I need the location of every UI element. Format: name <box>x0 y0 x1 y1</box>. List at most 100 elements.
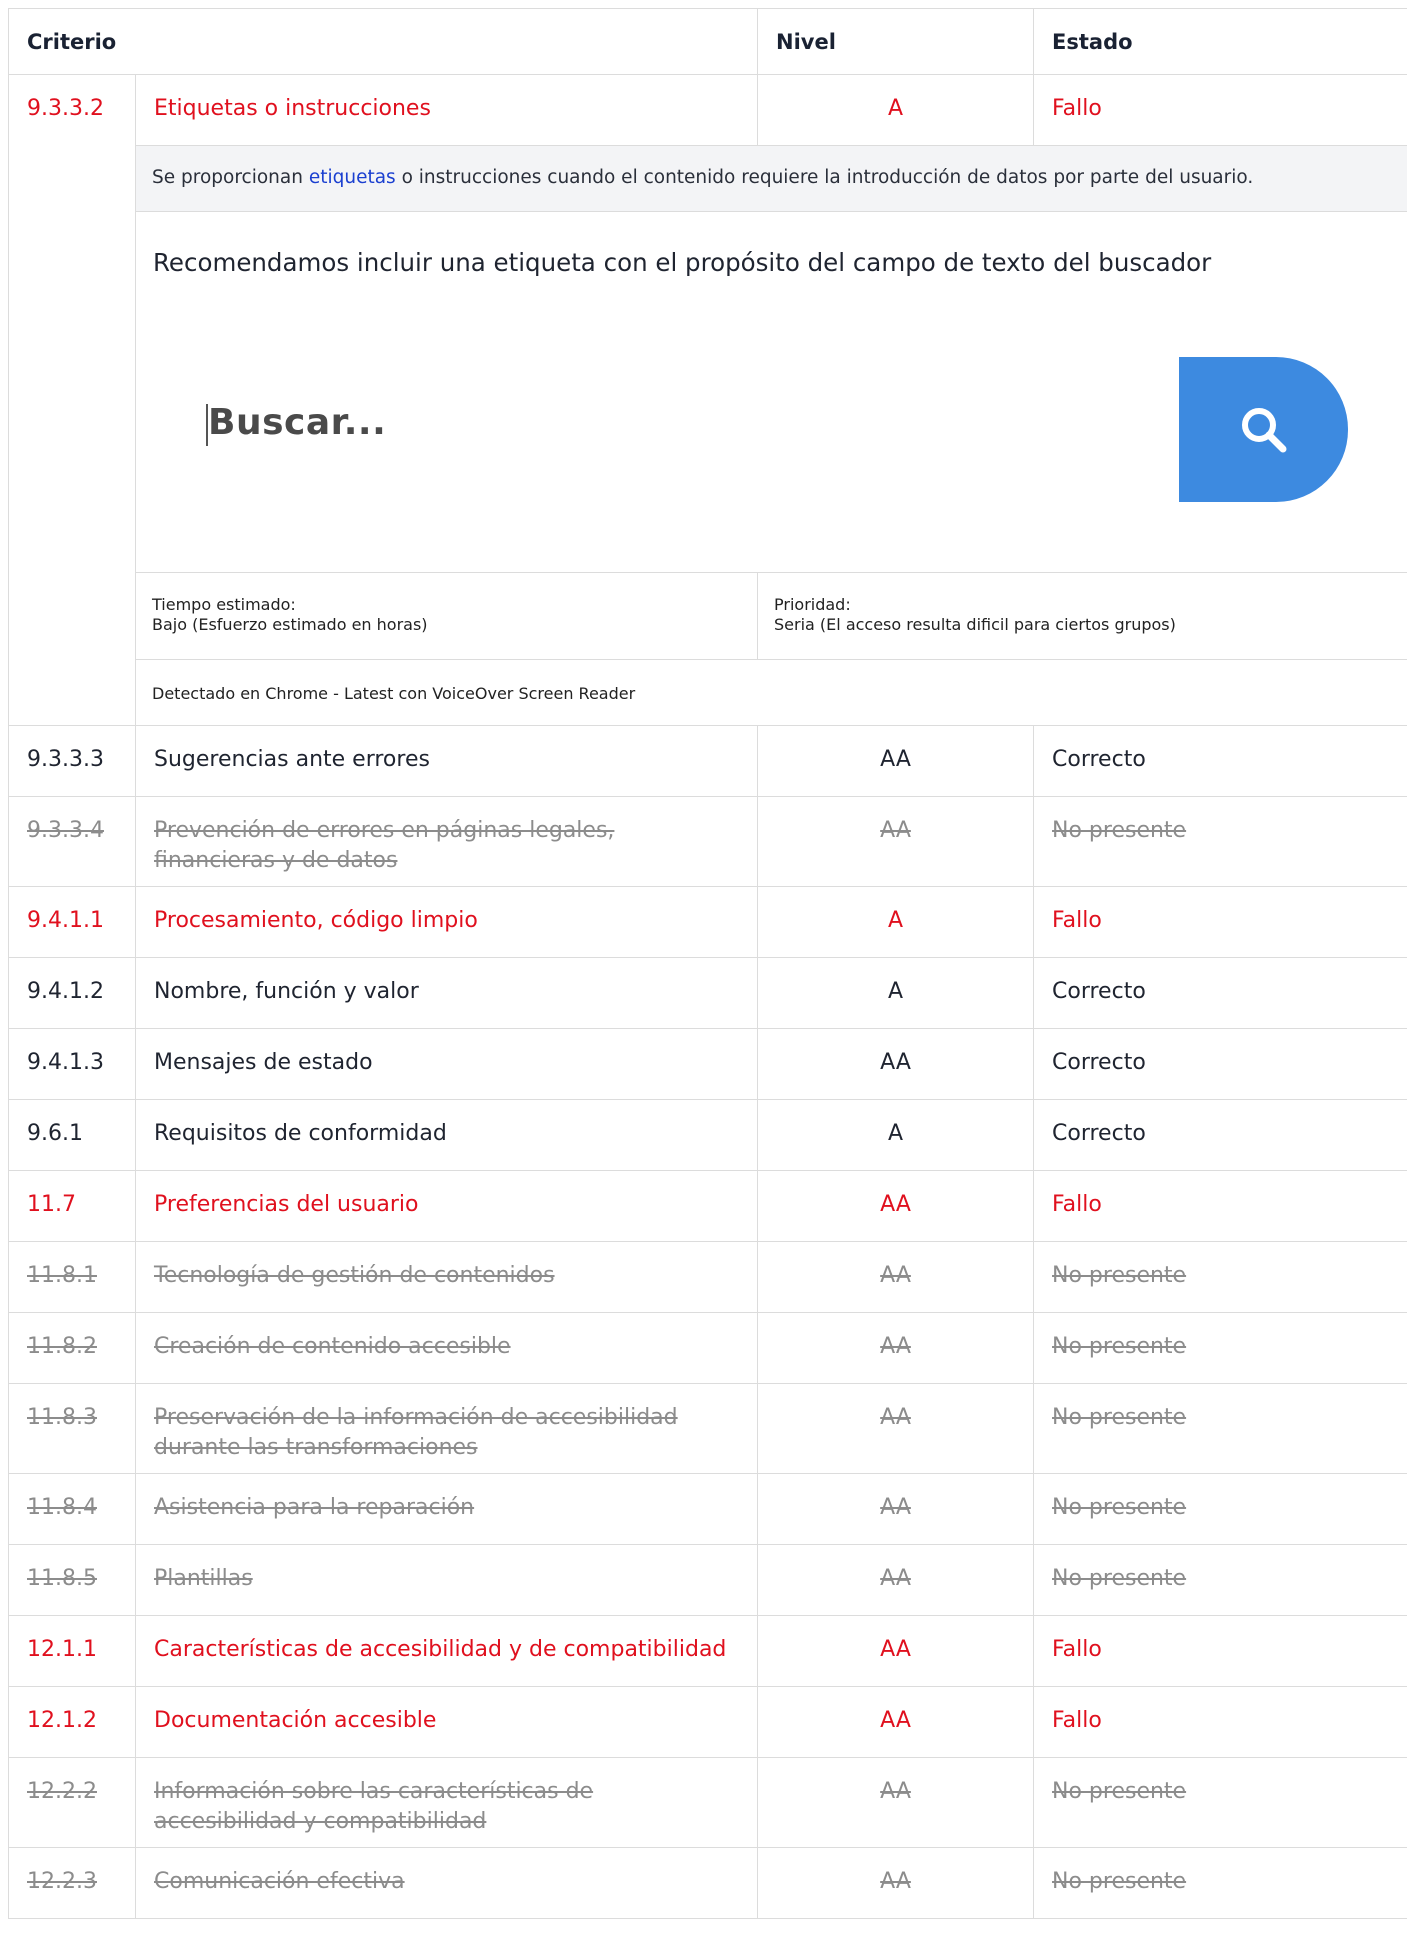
search-input-example: Buscar... <box>206 392 506 462</box>
criterion-name: Requisitos de conformidad <box>134 1099 759 1171</box>
criterion-level: AA <box>757 1383 1035 1474</box>
criterion-level: AA <box>757 1028 1035 1100</box>
criterion-status: Fallo <box>1033 1686 1407 1758</box>
criterion-status: Correcto <box>1033 1028 1407 1100</box>
table-row[interactable]: 11.8.2 Creación de contenido accesible AA N… <box>8 1312 1407 1384</box>
criterion-id: 12.1.1 <box>8 1615 136 1687</box>
priority-value: Seria (El acceso resulta dificil para ci… <box>774 615 1176 634</box>
priority-label: Prioridad: <box>774 595 851 614</box>
table-row[interactable]: 11.8.1 Tecnología de gestión de contenido… <box>8 1241 1407 1313</box>
criterion-id: 11.8.1 <box>8 1241 136 1313</box>
priority: Prioridad: Seria (El acceso resulta difi… <box>757 572 1407 660</box>
criteria-table: Criterio Nivel Estado 9.3.3.2 Etiquetas … <box>8 8 1407 1919</box>
criterion-id: 9.6.1 <box>8 1099 136 1171</box>
criterion-status: No presente <box>1033 796 1407 887</box>
criterion-status: No presente <box>1033 1383 1407 1474</box>
table-row[interactable]: 11.7 Preferencias del usuario AA Fallo <box>8 1170 1407 1242</box>
criterion-id: 11.8.5 <box>8 1544 136 1616</box>
criterion-level: AA <box>757 1312 1035 1384</box>
criterion-status: Fallo <box>1033 1170 1407 1242</box>
criterion-id: 11.8.3 <box>8 1383 136 1474</box>
criterion-id: 12.1.2 <box>8 1686 136 1758</box>
table-header: Criterio Nivel Estado <box>8 8 1407 75</box>
criterion-id: 9.4.1.3 <box>8 1028 136 1100</box>
table-row[interactable]: 9.6.1 Requisitos de conformidad A Correcto <box>8 1099 1407 1171</box>
table-row[interactable]: 9.3.3.2 Etiquetas o instrucciones A Fall… <box>8 74 1407 726</box>
description-row: Se proporcionan etiquetas o instruccione… <box>9 145 1407 212</box>
criterion-level: AA <box>757 1847 1035 1919</box>
criterion-name: Nombre, función y valor <box>134 957 759 1029</box>
criterion-level: A <box>757 1099 1035 1171</box>
criterion-level: AA <box>757 725 1035 797</box>
criterion-status: Fallo <box>1033 886 1407 958</box>
criterion-name: Tecnología de gestión de contenidos <box>134 1241 759 1313</box>
criterion-id: 12.2.3 <box>8 1847 136 1919</box>
criterion-level: AA <box>757 1544 1035 1616</box>
criterion-name: Plantillas <box>134 1544 759 1616</box>
table-row[interactable]: 9.4.1.3 Mensajes de estado AA Correcto <box>8 1028 1407 1100</box>
table-row[interactable]: 9.3.3.4 Prevención de errores en páginas … <box>8 796 1407 887</box>
criterion-name: Documentación accesible <box>134 1686 759 1758</box>
table-row[interactable]: 9.4.1.1 Procesamiento, código limpio A Fall… <box>8 886 1407 958</box>
criterion-level: AA <box>757 1757 1035 1848</box>
criterion-status: No presente <box>1033 1241 1407 1313</box>
criterion-description: Se proporcionan etiquetas o instruccione… <box>134 145 1407 212</box>
criterion-id: 9.3.3.3 <box>8 725 136 797</box>
recommendation-cell: Recomendamos incluir una etiqueta con el… <box>134 211 1407 573</box>
criterion-name: Asistencia para la reparación <box>134 1473 759 1545</box>
table-row[interactable]: 9.4.1.2 Nombre, función y valor A Correcto <box>8 957 1407 1029</box>
criterion-status: Correcto <box>1033 957 1407 1029</box>
criterion-id: 9.4.1.2 <box>8 957 136 1029</box>
recommendation-text: Recomendamos incluir una etiqueta con el… <box>153 248 1212 277</box>
table-row[interactable]: 11.8.5 Plantillas AA No presente <box>8 1544 1407 1616</box>
table-row[interactable]: 12.1.2 Documentación accesible AA Fallo <box>8 1686 1407 1758</box>
criterion-level: AA <box>757 796 1035 887</box>
criterion-name: Mensajes de estado <box>134 1028 759 1100</box>
criterion-level: AA <box>757 1615 1035 1687</box>
recommendation-row: Recomendamos incluir una etiqueta con el… <box>9 211 1407 573</box>
criterion-name: Sugerencias ante errores <box>134 725 759 797</box>
table-row[interactable]: 9.3.3.3 Sugerencias ante errores AA Correct… <box>8 725 1407 797</box>
criterion-level: A <box>757 74 1035 146</box>
criterion-id: 11.7 <box>8 1170 136 1242</box>
table-row[interactable]: 12.2.3 Comunicación efectiva AA No presente <box>8 1847 1407 1919</box>
criterion-level: AA <box>757 1241 1035 1313</box>
criterion-name: Comunicación efectiva <box>134 1847 759 1919</box>
table-row[interactable]: 12.2.2 Información sobre las característi… <box>8 1757 1407 1848</box>
criterion-status: No presente <box>1033 1757 1407 1848</box>
criterion-level: AA <box>757 1473 1035 1545</box>
criterion-level: AA <box>757 1170 1035 1242</box>
criterion-id: 9.3.3.2 <box>8 74 136 726</box>
criterion-level: A <box>757 957 1035 1029</box>
criterion-status: Correcto <box>1033 1099 1407 1171</box>
criterion-name: Información sobre las características de… <box>134 1757 759 1848</box>
table-row[interactable]: 11.8.4 Asistencia para la reparación AA No … <box>8 1473 1407 1545</box>
table-row[interactable]: 12.1.1 Características de accesibilidad y… <box>8 1615 1407 1687</box>
criterion-id: 9.4.1.1 <box>8 886 136 958</box>
criterion-level: AA <box>757 1686 1035 1758</box>
criterion-name: Procesamiento, código limpio <box>134 886 759 958</box>
header-criterio: Criterio <box>8 8 759 75</box>
criterion-status: No presente <box>1033 1473 1407 1545</box>
criterion-name: Características de accesibilidad y de co… <box>134 1615 759 1687</box>
detected-in: Detectado en Chrome - Latest con VoiceOv… <box>134 659 1407 726</box>
criterion-status: No presente <box>1033 1847 1407 1919</box>
criterion-level: A <box>757 886 1035 958</box>
criterion-status: No presente <box>1033 1544 1407 1616</box>
search-placeholder: Buscar... <box>208 402 387 443</box>
criterion-name: Preferencias del usuario <box>134 1170 759 1242</box>
criterion-name: Prevención de errores en páginas legales… <box>134 796 759 887</box>
detected-row: Detectado en Chrome - Latest con VoiceOv… <box>9 659 1407 726</box>
description-text-before: Se proporcionan <box>152 167 309 188</box>
estimated-time-label: Tiempo estimado: <box>152 595 296 614</box>
table-row[interactable]: 11.8.3 Preservación de la información de … <box>8 1383 1407 1474</box>
criterion-name: Etiquetas o instrucciones <box>134 74 759 146</box>
meta-row: Tiempo estimado: Bajo (Esfuerzo estimado… <box>9 572 1407 660</box>
search-button-example <box>1179 357 1348 502</box>
criterion-id: 9.3.3.4 <box>8 796 136 887</box>
header-estado: Estado <box>1033 8 1407 75</box>
estimated-time-value: Bajo (Esfuerzo estimado en horas) <box>152 615 428 634</box>
criterion-status: No presente <box>1033 1312 1407 1384</box>
etiquetas-link[interactable]: etiquetas <box>309 167 396 188</box>
criterion-status: Correcto <box>1033 725 1407 797</box>
